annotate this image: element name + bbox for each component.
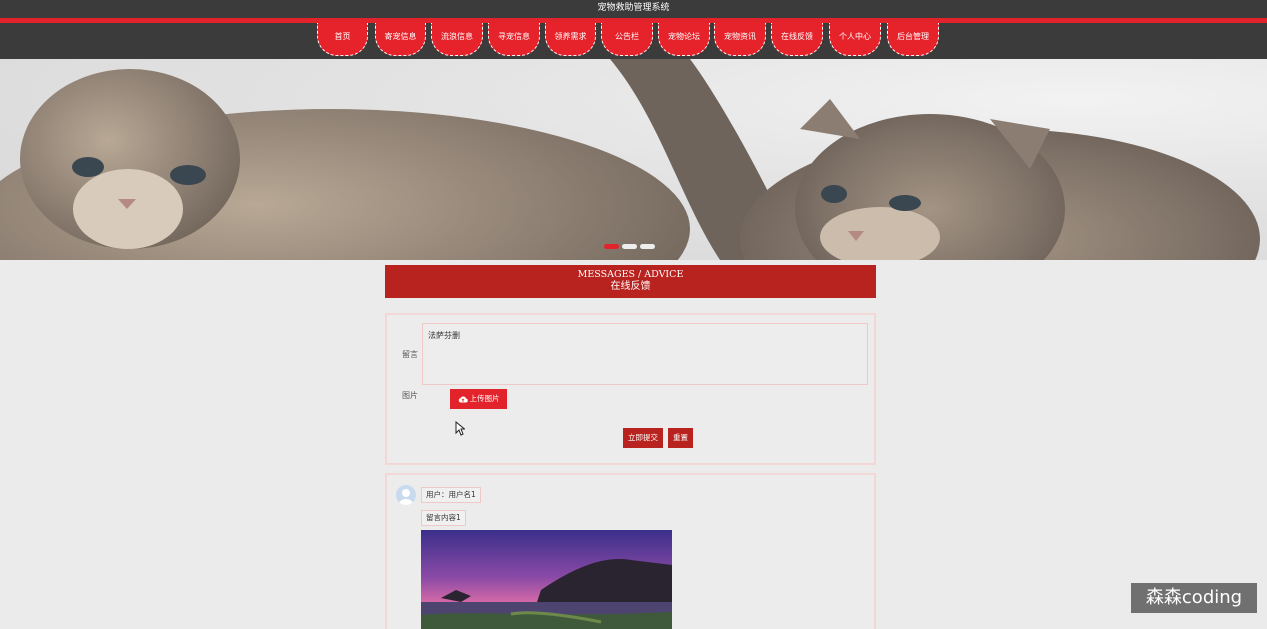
message-textarea[interactable] [422,323,868,385]
message-list-item: 用户：用户名1 留言内容1 [385,473,876,629]
upload-image-button[interactable]: 上传图片 [450,389,507,409]
message-image [421,530,672,629]
kittens-banner-image [0,59,1260,260]
image-label: 图片 [402,391,418,400]
nav-item-pet-forum[interactable]: 宠物论坛 [658,23,710,56]
nav-item-lost-pet-info[interactable]: 寻宠信息 [488,23,540,56]
user-avatar-icon [399,489,413,505]
banner-carousel [0,59,1267,260]
cloud-upload-icon [458,396,468,403]
message-user: 用户：用户名1 [421,487,481,503]
nav-item-notice-board[interactable]: 公告栏 [601,23,653,56]
app-title-bar: 宠物救助管理系统 [0,0,1267,18]
feedback-form: 留言 图片 上传图片 立即提交 重置 [385,313,876,465]
nav-item-adoption-needs[interactable]: 领养需求 [545,23,596,56]
upload-image-label: 上传图片 [469,394,500,403]
section-header: MESSAGES / ADVICE 在线反馈 [385,265,876,298]
carousel-dot-1[interactable] [604,244,619,249]
section-title-en: MESSAGES / ADVICE [577,269,684,280]
section-title-cn: 在线反馈 [610,281,651,292]
carousel-dot-3[interactable] [640,244,655,249]
message-content: 留言内容1 [421,510,466,526]
nav-item-stray-info[interactable]: 流浪信息 [431,23,483,56]
carousel-dot-2[interactable] [622,244,637,249]
nav-item-pet-news[interactable]: 宠物资讯 [714,23,766,56]
main-nav: 首页 寄宠信息 流浪信息 寻宠信息 领养需求 公告栏 宠物论坛 宠物资讯 在线反… [0,23,1267,59]
message-label: 留言 [402,350,418,359]
nav-item-home[interactable]: 首页 [317,23,368,56]
watermark: 森森coding [1131,583,1257,613]
mouse-cursor-icon [455,421,465,436]
avatar [396,485,416,505]
app-title: 宠物救助管理系统 [597,3,670,13]
nav-item-foster-info[interactable]: 寄宠信息 [375,23,426,56]
nav-item-admin[interactable]: 后台管理 [887,23,939,56]
nav-item-personal-center[interactable]: 个人中心 [829,23,881,56]
submit-button[interactable]: 立即提交 [623,428,663,448]
reset-button[interactable]: 重置 [668,428,693,448]
nav-item-feedback[interactable]: 在线反馈 [771,23,823,56]
